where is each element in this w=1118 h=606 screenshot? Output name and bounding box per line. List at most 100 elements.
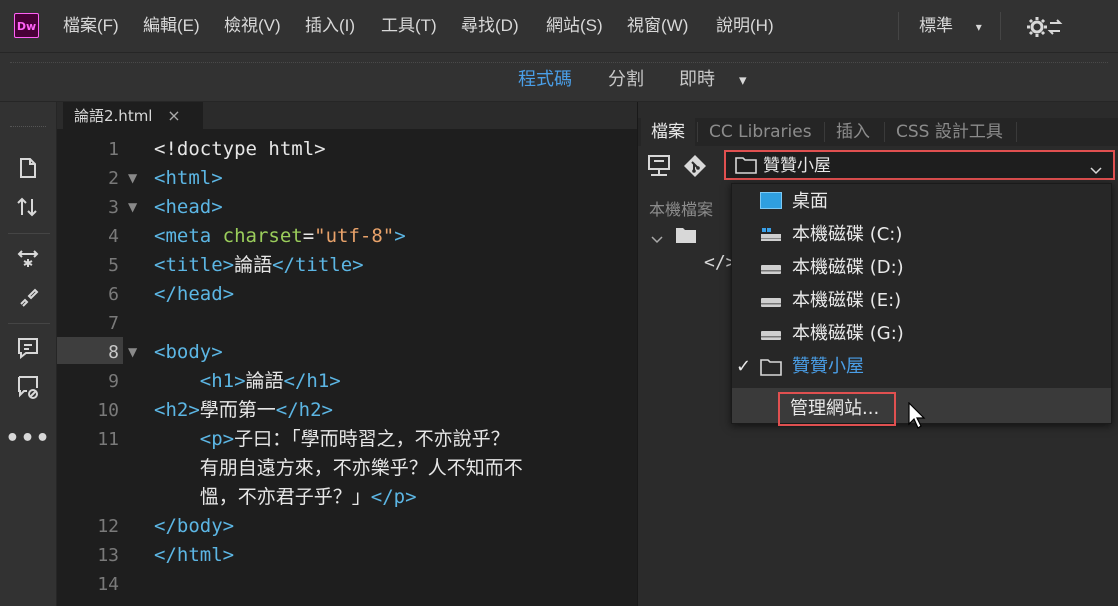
code-token: <title> <box>154 254 235 276</box>
fold-toggle-icon <box>128 367 142 396</box>
code-line[interactable]: 有朋自遠方來，不亦樂乎？人不知而不 <box>154 454 523 483</box>
remove-comment-button[interactable] <box>13 372 43 402</box>
panel-tab-cc-libraries[interactable]: CC Libraries <box>699 118 822 146</box>
panel-tab-css-designer[interactable]: CSS 設計工具 <box>886 118 1013 146</box>
drive-icon <box>760 261 782 275</box>
connect-server-button[interactable] <box>646 153 674 179</box>
dropdown-item-site[interactable]: 贊贊小屋 <box>792 352 864 382</box>
code-line[interactable]: <meta charset="utf-8"> <box>154 222 406 251</box>
expand-icon <box>17 250 39 267</box>
code-line[interactable]: <html> <box>154 164 223 193</box>
menu-item-1[interactable]: 編輯(E) <box>143 14 200 38</box>
code-line[interactable]: <h2>學而第一</h2> <box>154 396 333 425</box>
menu-item-3[interactable]: 插入(I) <box>305 14 355 38</box>
line-number: 7 <box>108 313 119 334</box>
manage-sites-highlight-box <box>778 392 896 426</box>
dreamweaver-logo: Dw <box>14 13 39 38</box>
dropdown-item-drive-g[interactable]: 本機磁碟 (G:) <box>792 319 904 349</box>
view-tab-live[interactable]: 即時 <box>679 67 715 93</box>
code-line[interactable]: <title>論語</title> <box>154 251 364 280</box>
code-line[interactable]: 慍，不亦君子乎？」</p> <box>154 483 417 512</box>
code-token: <body> <box>154 341 223 363</box>
fold-toggle-icon <box>128 512 142 541</box>
fold-toggle-icon[interactable]: ▼ <box>128 338 142 367</box>
code-line[interactable]: <p>子曰：「學而時習之，不亦說乎？ <box>154 425 510 454</box>
fold-toggle-icon[interactable]: ▼ <box>128 164 142 193</box>
view-tab-code[interactable]: 程式碼 <box>518 67 572 93</box>
local-files-label: 本機檔案 <box>649 200 714 219</box>
code-token: 有朋自遠方來，不亦樂乎？人不知而不 <box>199 457 523 479</box>
menu-item-2[interactable]: 檢視(V) <box>224 14 281 38</box>
dropdown-item-drive-e[interactable]: 本機磁碟 (E:) <box>792 286 901 316</box>
dropdown-item-drive-d[interactable]: 本機磁碟 (D:) <box>792 253 904 283</box>
panel-tab-insert[interactable]: 插入 <box>826 118 880 146</box>
check-icon: ✓ <box>736 356 752 377</box>
line-number: 5 <box>108 255 119 276</box>
code-line[interactable]: <!doctype html> <box>154 135 326 164</box>
brush-icon <box>20 288 39 307</box>
toolbar-grip <box>10 62 1108 63</box>
view-tab-split[interactable]: 分割 <box>608 67 644 93</box>
menu-item-5[interactable]: 尋找(D) <box>461 14 519 38</box>
menu-item-4[interactable]: 工具(T) <box>381 14 437 38</box>
fold-toggle-icon <box>128 251 142 280</box>
dropdown-item-desktop[interactable]: 桌面 <box>792 187 828 217</box>
tab-divider <box>884 122 885 142</box>
code-line[interactable]: </body> <box>154 512 234 541</box>
dropdown-item-drive-c[interactable]: 本機磁碟 (C:) <box>792 220 902 250</box>
code-line[interactable]: </head> <box>154 280 234 309</box>
fold-toggle-icon <box>128 483 142 512</box>
code-token: <h1> <box>199 370 246 392</box>
code-token: <!doctype html> <box>154 138 326 160</box>
fold-toggle-icon[interactable]: ▼ <box>128 193 142 222</box>
code-token: </html> <box>154 544 235 566</box>
code-token: </head> <box>154 283 235 305</box>
menu-item-7[interactable]: 視窗(W) <box>627 14 688 38</box>
view-mode-dropdown[interactable]: ▾ <box>739 67 747 93</box>
chevron-down-icon: ▾ <box>975 20 982 34</box>
tab-divider <box>824 122 825 142</box>
menu-item-6[interactable]: 網站(S) <box>546 14 603 38</box>
code-token: </h2> <box>275 399 333 421</box>
workspace-switcher[interactable]: 標準 ▾ <box>919 14 982 38</box>
drive-icon <box>760 294 782 308</box>
fold-toggle-icon <box>128 309 142 338</box>
code-token: charset <box>222 225 303 247</box>
apply-comment-button[interactable] <box>13 333 43 363</box>
line-number: 12 <box>97 516 119 537</box>
code-line[interactable]: <head> <box>154 193 223 222</box>
code-line[interactable]: <body> <box>154 338 223 367</box>
line-number: 13 <box>97 545 119 566</box>
code-token: </p> <box>370 486 417 508</box>
close-icon[interactable]: × <box>167 106 180 125</box>
panel-tab-files[interactable]: 檔案 <box>641 118 695 146</box>
fold-toggle-icon <box>128 425 142 454</box>
line-number: 9 <box>108 371 119 392</box>
fold-toggle-icon <box>128 222 142 251</box>
line-number: 11 <box>97 429 119 450</box>
fold-toggle-icon <box>128 396 142 425</box>
git-button[interactable] <box>683 154 707 178</box>
format-source-button[interactable] <box>13 282 43 312</box>
menu-item-8[interactable]: 說明(H) <box>716 14 774 38</box>
menu-divider <box>1000 12 1001 40</box>
open-documents-button[interactable] <box>13 153 43 183</box>
line-number: 8 <box>108 342 119 363</box>
menu-item-0[interactable]: 檔案(F) <box>63 14 119 38</box>
chevron-down-icon[interactable] <box>650 230 664 244</box>
document-tab-label: 論語2.html <box>74 107 153 125</box>
fold-toggle-icon <box>128 280 142 309</box>
code-token: 子曰：「學而時習之，不亦說乎？ <box>234 428 510 450</box>
sync-settings-button[interactable] <box>1026 15 1066 39</box>
more-options-icon[interactable]: ••• <box>5 423 49 453</box>
code-line[interactable]: </html> <box>154 541 234 570</box>
code-editor[interactable] <box>57 129 637 606</box>
code-line[interactable]: <h1>論語</h1> <box>154 367 341 396</box>
document-tab[interactable]: 論語2.html × <box>63 102 203 129</box>
expand-all-button[interactable] <box>13 243 43 273</box>
up-down-arrows-icon <box>17 197 37 217</box>
code-token: </title> <box>272 254 364 276</box>
file-management-button[interactable] <box>13 192 43 222</box>
